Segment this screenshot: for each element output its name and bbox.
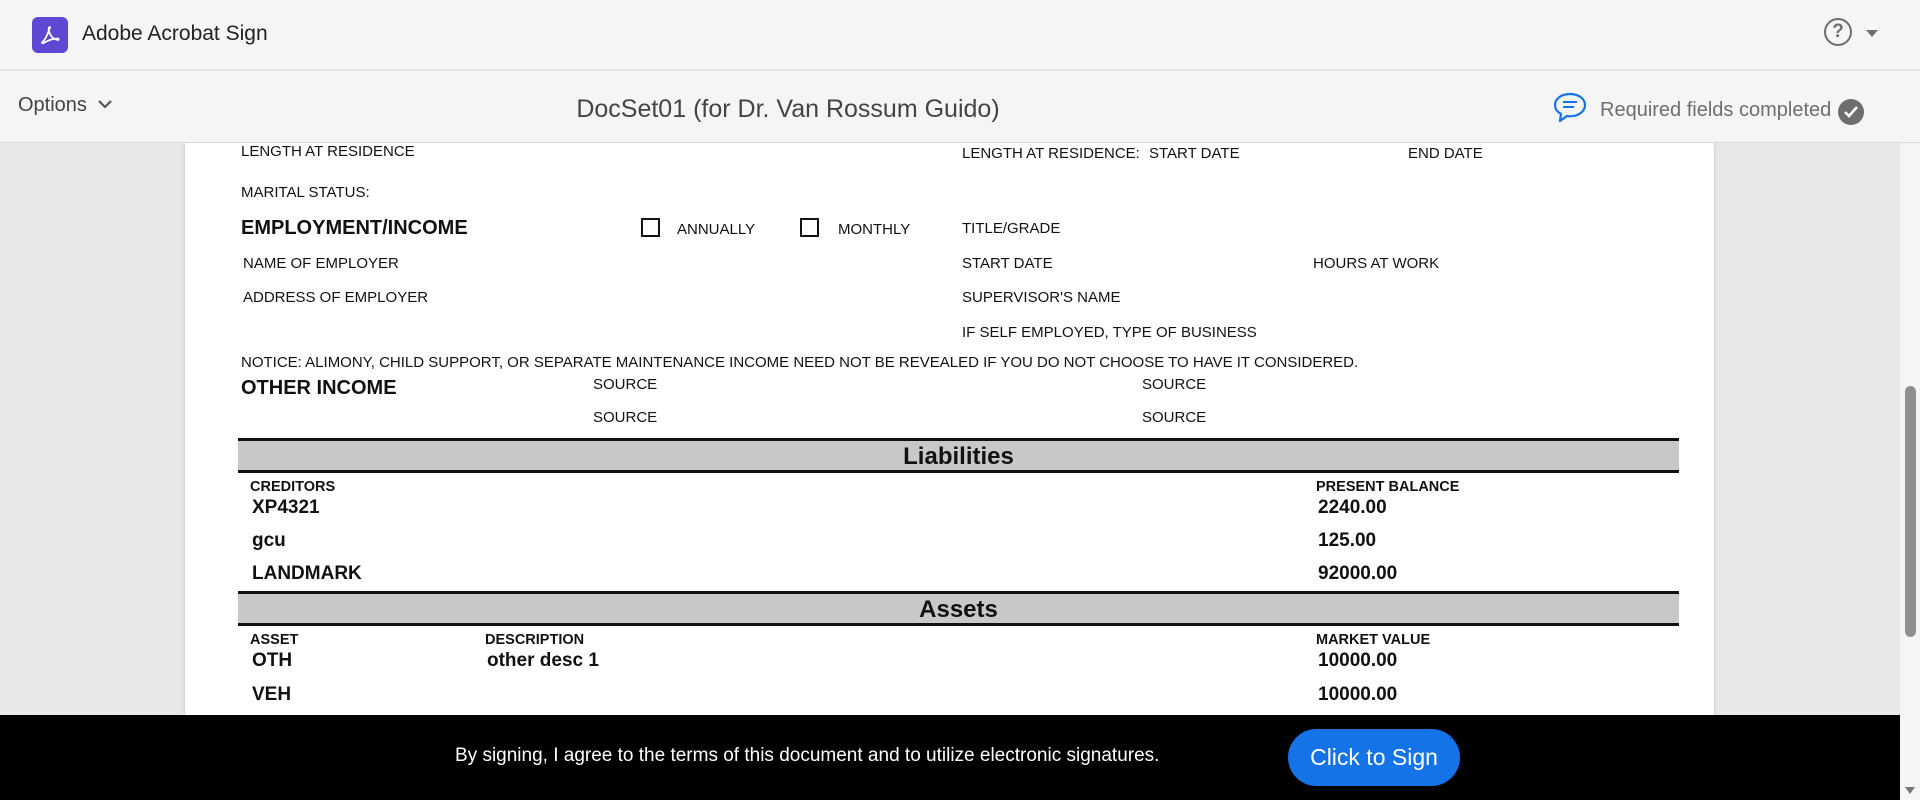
- checkmark-icon: [1838, 99, 1864, 125]
- start-date-label: START DATE: [1149, 145, 1240, 162]
- liability-balance: 2240.00: [1318, 497, 1387, 518]
- document-page: LENGTH AT RESIDENCE LENGTH AT RESIDENCE:…: [185, 143, 1714, 715]
- liability-creditor: LANDMARK: [252, 563, 362, 584]
- supervisors-name-label: SUPERVISOR'S NAME: [962, 289, 1121, 306]
- marital-status-label: MARITAL STATUS:: [241, 184, 370, 201]
- self-employed-label: IF SELF EMPLOYED, TYPE OF BUSINESS: [962, 324, 1257, 341]
- app-name: Adobe Acrobat Sign: [82, 22, 268, 45]
- title-grade-label: TITLE/GRADE: [962, 220, 1061, 237]
- creditors-column-header: CREDITORS: [250, 479, 336, 495]
- signing-bar: By signing, I agree to the terms of this…: [0, 715, 1900, 800]
- liability-creditor: XP4321: [252, 497, 320, 518]
- assets-heading: Assets: [919, 596, 998, 623]
- asset-code: VEH: [252, 684, 292, 705]
- asset-market-value: 10000.00: [1318, 650, 1398, 671]
- vertical-scrollbar[interactable]: [1900, 143, 1920, 800]
- asset-description: other desc 1: [487, 650, 599, 671]
- monthly-label: MONTHLY: [838, 221, 911, 238]
- end-date-label: END DATE: [1408, 145, 1483, 162]
- help-icon[interactable]: ?: [1824, 18, 1852, 46]
- employment-start-date-label: START DATE: [962, 255, 1053, 272]
- comment-icon[interactable]: [1552, 91, 1588, 125]
- document-toolbar: Options DocSet01 (for Dr. Van Rossum Gui…: [0, 71, 1920, 143]
- required-fields-status: Required fields completed: [1600, 99, 1832, 121]
- liability-balance: 92000.00: [1318, 563, 1398, 584]
- name-of-employer-label: NAME OF EMPLOYER: [243, 255, 399, 272]
- market-value-column-header: MARKET VALUE: [1316, 632, 1431, 648]
- address-of-employer-label: ADDRESS OF EMPLOYER: [243, 289, 429, 306]
- present-balance-column-header: PRESENT BALANCE: [1316, 479, 1460, 495]
- other-income-heading: OTHER INCOME: [241, 377, 397, 399]
- source-label: SOURCE: [1142, 376, 1207, 393]
- monthly-checkbox[interactable]: [800, 218, 819, 237]
- liabilities-heading: Liabilities: [903, 443, 1014, 470]
- document-viewport[interactable]: LENGTH AT RESIDENCE LENGTH AT RESIDENCE:…: [0, 143, 1900, 715]
- source-label: SOURCE: [593, 376, 658, 393]
- length-at-residence-label: LENGTH AT RESIDENCE: [241, 143, 415, 160]
- hours-at-work-label: HOURS AT WORK: [1313, 255, 1440, 272]
- description-column-header: DESCRIPTION: [485, 632, 585, 648]
- scrollbar-thumb[interactable]: [1905, 386, 1916, 637]
- liabilities-band: Liabilities: [238, 438, 1679, 473]
- liability-balance: 125.00: [1318, 530, 1377, 551]
- app-header: Adobe Acrobat Sign ?: [0, 0, 1920, 70]
- employment-income-heading: EMPLOYMENT/INCOME: [241, 217, 468, 239]
- asset-market-value: 10000.00: [1318, 684, 1398, 705]
- click-to-sign-button[interactable]: Click to Sign: [1288, 729, 1460, 786]
- annually-checkbox[interactable]: [641, 218, 660, 237]
- help-menu-caret-icon[interactable]: [1866, 30, 1878, 37]
- source-label: SOURCE: [1142, 409, 1207, 426]
- annually-label: ANNUALLY: [677, 221, 756, 238]
- assets-band: Assets: [238, 591, 1679, 626]
- acrobat-logo-icon: [32, 17, 68, 53]
- liability-creditor: gcu: [252, 530, 286, 551]
- signing-agreement-text: By signing, I agree to the terms of this…: [455, 745, 1160, 766]
- scroll-down-arrow-icon[interactable]: [1905, 787, 1915, 794]
- asset-column-header: ASSET: [250, 632, 299, 648]
- source-label: SOURCE: [593, 409, 658, 426]
- document-title: DocSet01 (for Dr. Van Rossum Guido): [576, 95, 1000, 123]
- length-at-residence-right-label: LENGTH AT RESIDENCE:: [962, 145, 1140, 162]
- notice-text: NOTICE: ALIMONY, CHILD SUPPORT, OR SEPAR…: [241, 354, 1359, 371]
- asset-code: OTH: [252, 650, 293, 671]
